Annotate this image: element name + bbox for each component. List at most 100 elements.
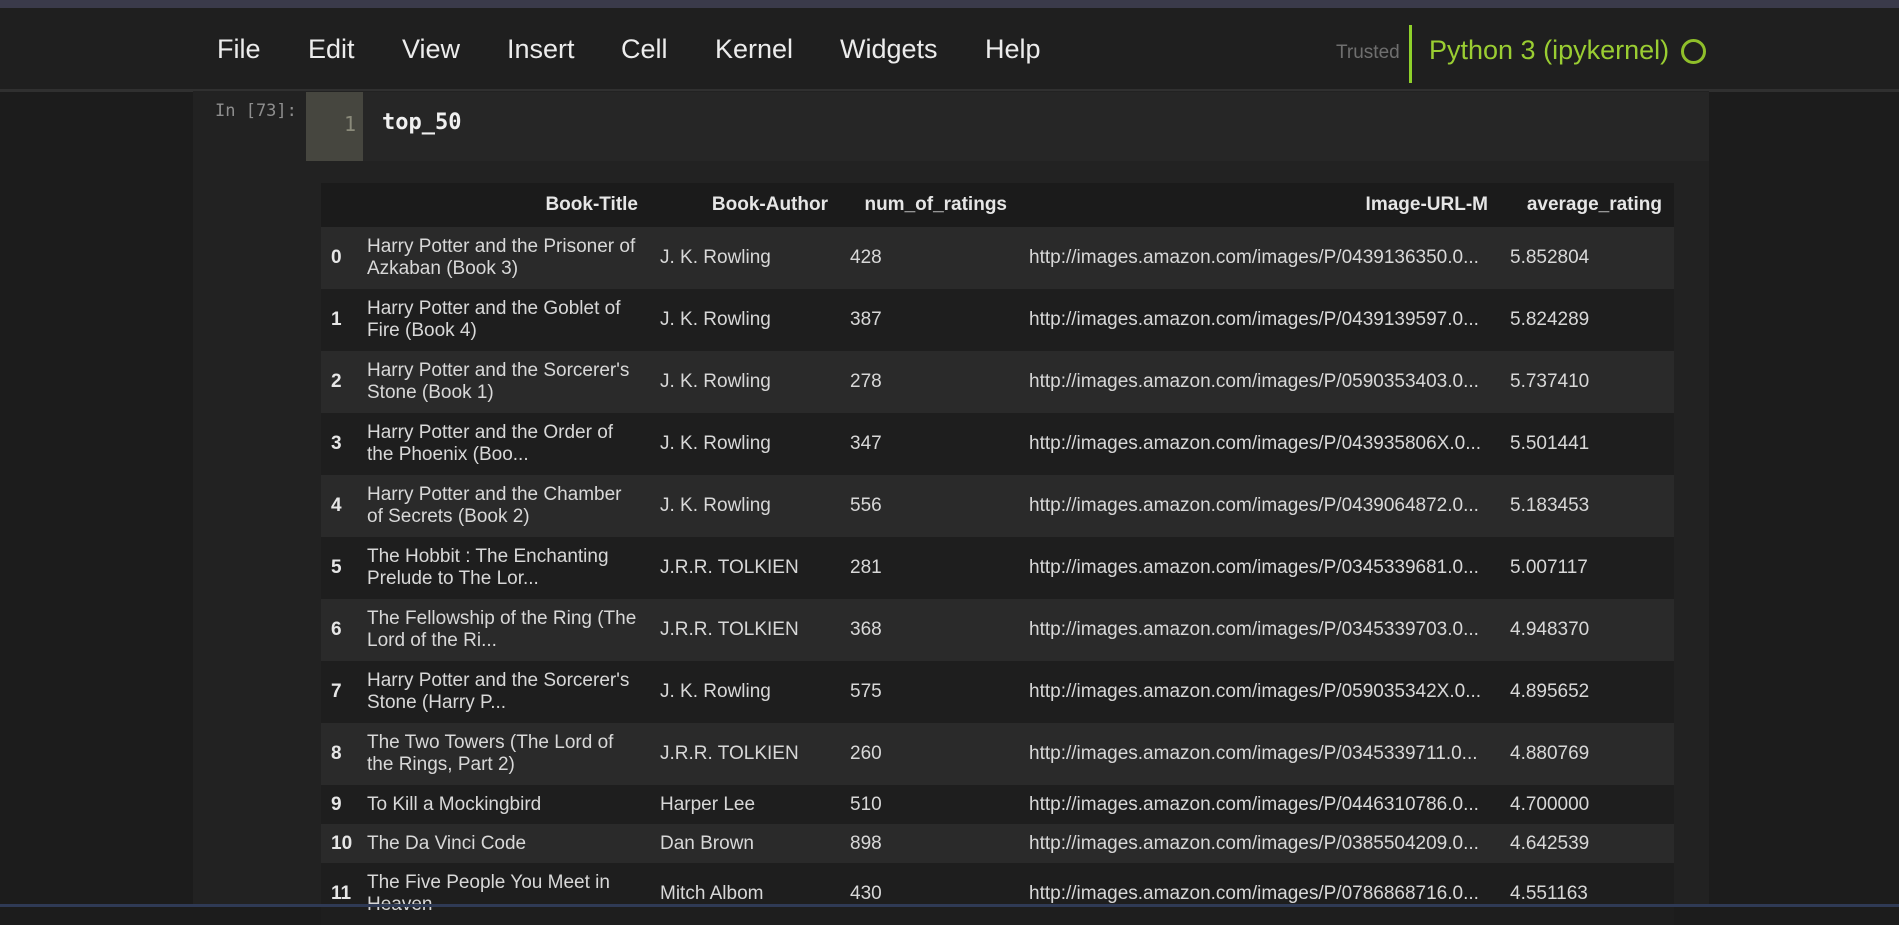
image-url-cell: http://images.amazon.com/images/P/034533…	[1029, 619, 1479, 640]
index-header	[321, 183, 357, 227]
row-index: 6	[331, 619, 342, 640]
line-number: 1	[343, 112, 356, 136]
table-row: 11 The Five People You Meet in Heaven Mitc…	[321, 863, 1674, 925]
code-cell-input[interactable]	[363, 92, 1709, 161]
average-rating-cell: 4.700000	[1510, 793, 1590, 815]
image-url-cell: http://images.amazon.com/images/P/078686…	[1029, 883, 1479, 904]
average-rating-cell: 5.501441	[1510, 433, 1590, 454]
average-rating-cell: 5.183453	[1510, 495, 1590, 516]
book-author-cell: J.R.R. TOLKIEN	[660, 557, 799, 578]
row-index: 10	[331, 832, 353, 854]
row-index: 11	[331, 883, 352, 904]
image-url-cell: http://images.amazon.com/images/P/044631…	[1029, 793, 1479, 815]
average-rating-cell: 4.551163	[1510, 883, 1588, 904]
kernel-idle-circle-icon	[1681, 39, 1706, 64]
menu-cell[interactable]: Cell	[621, 34, 668, 65]
table-row: 5 The Hobbit : The Enchanting Prelude to …	[321, 537, 1674, 599]
menu-insert[interactable]: Insert	[507, 34, 575, 65]
table-row: 4 Harry Potter and the Chamber of Secrets…	[321, 475, 1674, 537]
average-rating-cell: 4.642539	[1510, 832, 1590, 854]
table-row: 3 Harry Potter and the Order of the Phoen…	[321, 413, 1674, 475]
row-index: 0	[331, 247, 342, 268]
row-index: 7	[331, 681, 342, 702]
average-rating-cell: 5.852804	[1510, 247, 1590, 268]
image-url-cell: http://images.amazon.com/images/P/059035…	[1029, 681, 1482, 702]
menu-file[interactable]: File	[217, 34, 261, 65]
table-row: 10 The Da Vinci Code Dan Brown 898 http://im…	[321, 824, 1674, 863]
average-rating-cell: 4.895652	[1510, 681, 1590, 702]
column-header-book-title: Book-Title	[357, 183, 650, 227]
row-index: 1	[331, 309, 342, 330]
row-index: 8	[331, 743, 342, 764]
menu-edit[interactable]: Edit	[308, 34, 355, 65]
book-author-cell: J. K. Rowling	[660, 681, 771, 702]
column-header-num-of-ratings: num_of_ratings	[840, 183, 1019, 227]
num-of-ratings-cell: 387	[850, 309, 882, 330]
image-url-cell: http://images.amazon.com/images/P/043913…	[1029, 309, 1479, 330]
row-index: 2	[331, 371, 342, 392]
kernel-separator	[1409, 25, 1412, 83]
row-index: 4	[331, 495, 342, 516]
menu-widgets[interactable]: Widgets	[840, 34, 938, 65]
book-title-cell: Harry Potter and the Sorcerer's Stone (B…	[367, 360, 630, 403]
table-row: 8 The Two Towers (The Lord of the Rings, …	[321, 723, 1674, 785]
image-url-cell: http://images.amazon.com/images/P/038550…	[1029, 832, 1479, 854]
book-author-cell: J. K. Rowling	[660, 495, 771, 516]
book-title-cell: To Kill a Mockingbird	[367, 793, 542, 815]
menu-help[interactable]: Help	[985, 34, 1041, 65]
book-title-cell: The Fellowship of the Ring (The Lord of …	[367, 608, 637, 651]
num-of-ratings-cell: 898	[850, 832, 882, 854]
num-of-ratings-cell: 575	[850, 681, 882, 702]
trusted-indicator[interactable]: Trusted	[1336, 42, 1400, 64]
image-url-cell: http://images.amazon.com/images/P/034533…	[1029, 557, 1479, 578]
book-author-cell: Mitch Albom	[660, 883, 764, 904]
num-of-ratings-cell: 368	[850, 619, 882, 640]
cell-output: Book-Title Book-Author num_of_ratings Im…	[321, 183, 1674, 925]
book-title-cell: Harry Potter and the Sorcerer's Stone (H…	[367, 670, 630, 713]
num-of-ratings-cell: 510	[850, 793, 882, 815]
book-title-cell: The Hobbit : The Enchanting Prelude to T…	[367, 546, 609, 589]
book-title-cell: Harry Potter and the Chamber of Secrets …	[367, 484, 622, 527]
book-author-cell: J. K. Rowling	[660, 309, 771, 330]
image-url-cell: http://images.amazon.com/images/P/043935…	[1029, 433, 1482, 454]
book-title-cell: Harry Potter and the Order of the Phoeni…	[367, 422, 614, 465]
book-title-cell: The Two Towers (The Lord of the Rings, P…	[367, 732, 614, 775]
average-rating-cell: 5.824289	[1510, 309, 1590, 330]
book-author-cell: J. K. Rowling	[660, 433, 771, 454]
book-title-cell: The Da Vinci Code	[367, 832, 527, 854]
num-of-ratings-cell: 281	[850, 557, 882, 578]
row-index: 5	[331, 557, 342, 578]
code-text[interactable]: top_50	[382, 110, 461, 135]
num-of-ratings-cell: 428	[850, 247, 882, 268]
image-url-cell: http://images.amazon.com/images/P/059035…	[1029, 371, 1479, 392]
book-author-cell: J.R.R. TOLKIEN	[660, 619, 799, 640]
average-rating-cell: 4.880769	[1510, 743, 1590, 764]
menu-kernel[interactable]: Kernel	[715, 34, 793, 65]
table-row: 9 To Kill a Mockingbird Harper Lee 510 http:…	[321, 785, 1674, 824]
book-title-cell: The Five People You Meet in Heaven	[367, 872, 610, 915]
table-header-row: Book-Title Book-Author num_of_ratings Im…	[321, 183, 1674, 227]
book-author-cell: J. K. Rowling	[660, 247, 771, 268]
menu-view[interactable]: View	[402, 34, 460, 65]
row-index: 3	[331, 433, 342, 454]
average-rating-cell: 5.007117	[1510, 557, 1588, 578]
table-row: 1 Harry Potter and the Goblet of Fire (Bo…	[321, 289, 1674, 351]
table-row: 2 Harry Potter and the Sorcerer's Stone (…	[321, 351, 1674, 413]
window-top-strip	[0, 0, 1899, 8]
table-row: 7 Harry Potter and the Sorcerer's Stone (…	[321, 661, 1674, 723]
book-author-cell: Dan Brown	[660, 832, 754, 854]
column-header-average-rating: average_rating	[1500, 183, 1674, 227]
num-of-ratings-cell: 430	[850, 883, 882, 904]
cell-prompt: In [73]:	[215, 101, 297, 121]
book-title-cell: Harry Potter and the Goblet of Fire (Boo…	[367, 298, 621, 341]
book-title-cell: Harry Potter and the Prisoner of Azkaban…	[367, 236, 636, 279]
kernel-name[interactable]: Python 3 (ipykernel)	[1429, 35, 1669, 66]
num-of-ratings-cell: 278	[850, 371, 882, 392]
table-body: 0 Harry Potter and the Prisoner of Azkaba…	[321, 227, 1674, 925]
column-header-book-author: Book-Author	[650, 183, 840, 227]
num-of-ratings-cell: 347	[850, 433, 882, 454]
menu-bar: File Edit View Insert Cell Kernel Widget…	[0, 8, 1899, 92]
row-index: 9	[331, 793, 342, 815]
average-rating-cell: 5.737410	[1510, 371, 1590, 392]
num-of-ratings-cell: 260	[850, 743, 882, 764]
